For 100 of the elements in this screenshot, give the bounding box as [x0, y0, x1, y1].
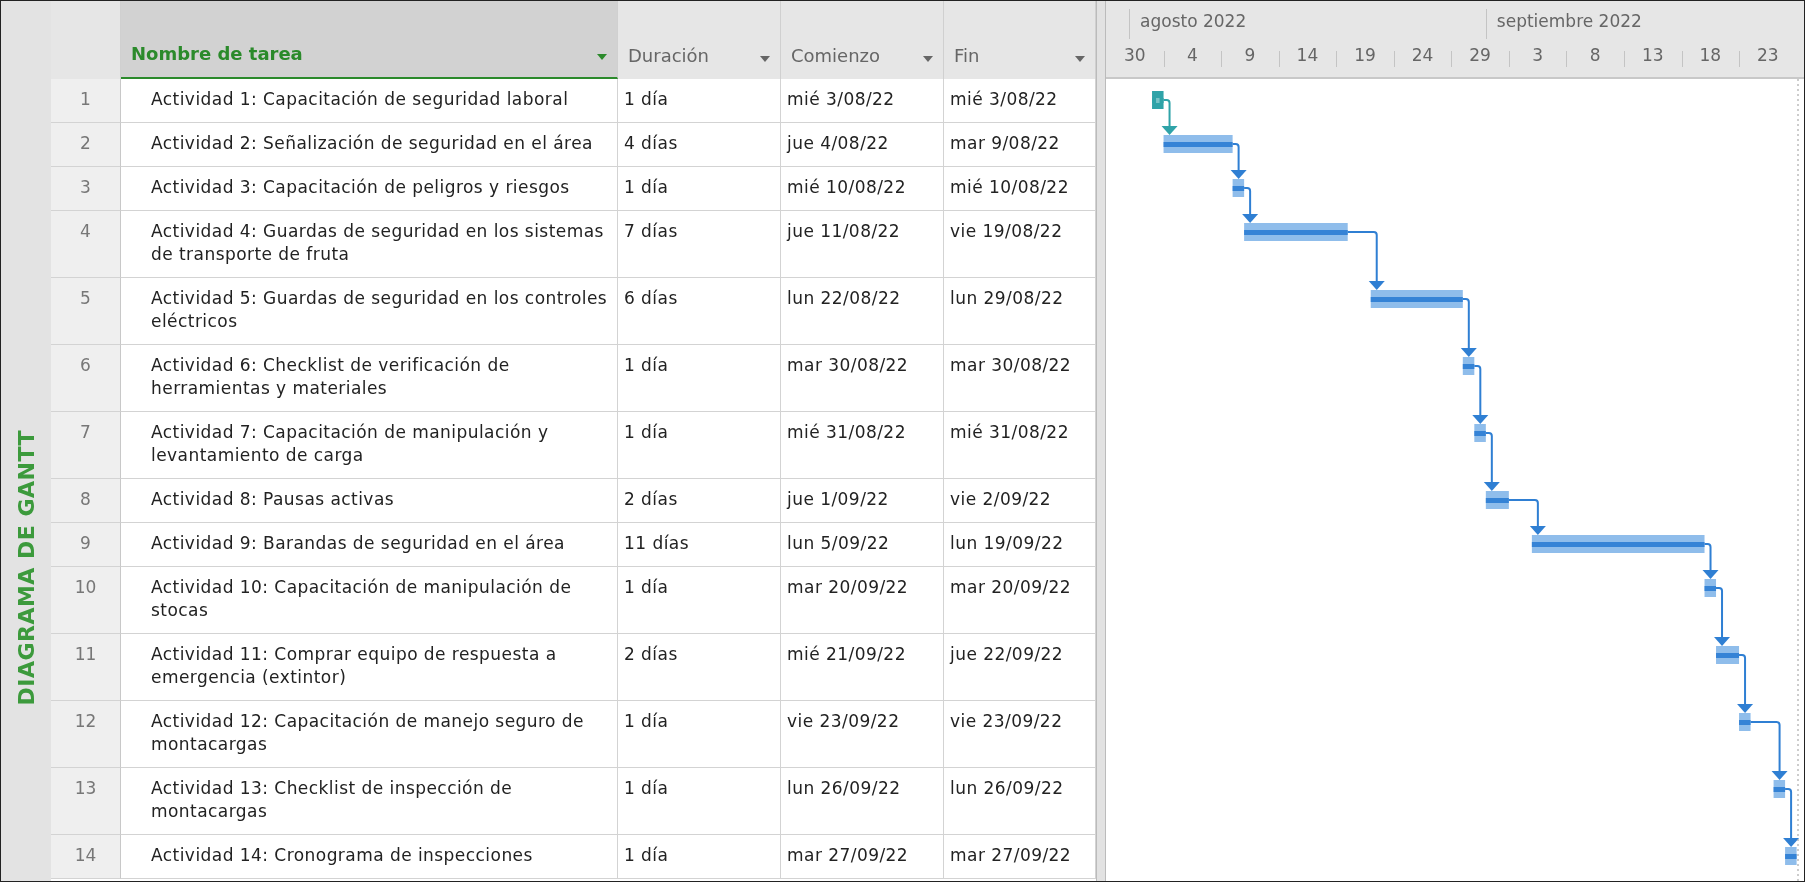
day-label: 18 [1698, 44, 1723, 67]
task-bar[interactable] [1773, 780, 1786, 798]
row-number[interactable]: 7 [51, 412, 121, 479]
table-cell: lun 26/09/22 [781, 768, 944, 835]
table-cell: mié 10/08/22 [781, 167, 944, 211]
table-cell: Actividad 11: Comprar equipo de respuesta a emergencia (extintor) [121, 634, 618, 701]
table-cell: 6 días [618, 278, 781, 345]
dependency-arrow [1346, 231, 1385, 290]
task-bar[interactable] [1531, 535, 1705, 553]
day-label: 14 [1295, 44, 1320, 67]
split-bar[interactable] [1096, 1, 1106, 881]
day-label: 24 [1410, 44, 1435, 67]
day-label: 13 [1640, 44, 1665, 67]
dependency-arrow [1242, 187, 1259, 223]
table-cell: 2 días [618, 634, 781, 701]
table-cell: 11 días [618, 523, 781, 567]
dependency-arrow [1161, 99, 1178, 135]
table-cell: Actividad 13: Checklist de inspección de montacargas [121, 768, 618, 835]
table-cell: Actividad 10: Capacitación de manipulación de stocas [121, 567, 618, 634]
table-cell: jue 1/09/22 [781, 479, 944, 523]
day-label: 30 [1122, 44, 1147, 67]
row-number[interactable]: 12 [51, 701, 121, 768]
column-header[interactable]: Nombre de tarea [121, 1, 618, 79]
row-number[interactable]: 10 [51, 567, 121, 634]
table-cell: mié 31/08/22 [781, 412, 944, 479]
task-bar[interactable] [1232, 179, 1245, 197]
table-cell: Actividad 5: Guardas de seguridad en los controles eléctricos [121, 278, 618, 345]
table-cell: jue 4/08/22 [781, 123, 944, 167]
day-label: 9 [1243, 44, 1257, 67]
dependency-arrow [1714, 587, 1731, 646]
row-number[interactable]: 14 [51, 835, 121, 879]
table-cell: lun 5/09/22 [781, 523, 944, 567]
dependency-arrow [1483, 432, 1500, 491]
table-cell: 1 día [618, 768, 781, 835]
dependency-arrow [1507, 499, 1546, 535]
dependency-arrow [1783, 788, 1800, 847]
day-label: 29 [1468, 44, 1492, 67]
row-number[interactable]: 9 [51, 523, 121, 567]
table-cell: lun 22/08/22 [781, 278, 944, 345]
table-cell: Actividad 1: Capacitación de seguridad laboral [121, 79, 618, 123]
row-number[interactable]: 5 [51, 278, 121, 345]
row-number[interactable]: 2 [51, 123, 121, 167]
table-cell: 1 día [618, 701, 781, 768]
table-cell: mié 3/08/22 [781, 79, 944, 123]
dependency-arrow [1460, 298, 1477, 357]
table-cell: 1 día [618, 345, 781, 412]
task-bar[interactable] [1716, 646, 1740, 664]
row-number[interactable]: 8 [51, 479, 121, 523]
table-cell: Actividad 4: Guardas de seguridad en los sistemas de transporte de fruta [121, 211, 618, 278]
table-cell: Actividad 2: Señalización de seguridad en el área [121, 123, 618, 167]
table-cell: 1 día [618, 167, 781, 211]
table-cell: 1 día [618, 79, 781, 123]
table-cell: Actividad 3: Capacitación de peligros y riesgos [121, 167, 618, 211]
task-bar[interactable] [1739, 713, 1751, 731]
table-cell: mié 21/09/22 [781, 634, 944, 701]
table-cell: jue 11/08/22 [781, 211, 944, 278]
dependency-arrow [1749, 721, 1788, 780]
view-label: DIAGRAMA DE GANTT [12, 430, 40, 706]
dependency-arrow [1472, 365, 1489, 424]
row-number[interactable]: 4 [51, 211, 121, 278]
dropdown-caret-icon[interactable] [923, 56, 933, 62]
table-cell: mar 27/09/22 [781, 835, 944, 879]
table-cell: 1 día [618, 567, 781, 634]
table-cell: 4 días [618, 123, 781, 167]
month-label: agosto 2022 [1129, 9, 1247, 39]
task-bar[interactable] [1163, 135, 1233, 153]
row-number[interactable]: 3 [51, 167, 121, 211]
row-number[interactable]: 13 [51, 768, 121, 835]
table-cell: Actividad 7: Capacitación de manipulación y levantamiento de carga [121, 412, 618, 479]
task-bar[interactable] [1704, 579, 1717, 597]
day-label: 4 [1185, 44, 1199, 67]
row-number[interactable]: 6 [51, 345, 121, 412]
task-bar[interactable] [1474, 424, 1486, 442]
column-header[interactable]: Duración [618, 1, 781, 79]
table-cell: vie 23/09/22 [781, 701, 944, 768]
day-label: 3 [1531, 44, 1545, 67]
row-number[interactable]: 11 [51, 634, 121, 701]
table-cell: 1 día [618, 412, 781, 479]
dropdown-caret-icon[interactable] [760, 56, 770, 62]
task-bar[interactable] [1370, 290, 1463, 308]
day-label: 23 [1756, 44, 1780, 67]
table-cell: mar 30/08/22 [781, 345, 944, 412]
dropdown-caret-icon[interactable] [597, 54, 607, 60]
task-bar[interactable] [1152, 91, 1164, 109]
table-cell: 1 día [618, 835, 781, 879]
table-cell: Actividad 12: Capacitación de manejo seguro de montacargas [121, 701, 618, 768]
task-bar[interactable] [1785, 847, 1797, 865]
column-header[interactable]: Comienzo [781, 1, 944, 79]
task-bar[interactable] [1462, 357, 1475, 375]
month-label: septiembre 2022 [1485, 9, 1642, 39]
task-bar[interactable] [1244, 223, 1348, 241]
row-number[interactable]: 1 [51, 79, 121, 123]
dropdown-caret-icon[interactable] [1075, 56, 1085, 62]
table-cell: 2 días [618, 479, 781, 523]
table-cell: Actividad 9: Barandas de seguridad en el área [121, 523, 618, 567]
table-cell: mar 20/09/22 [781, 567, 944, 634]
table-cell: Actividad 8: Pausas activas [121, 479, 618, 523]
task-bar[interactable] [1485, 491, 1509, 509]
table-cell: Actividad 6: Checklist de verificación de herramientas y materiales [121, 345, 618, 412]
dependency-arrow [1230, 143, 1247, 179]
